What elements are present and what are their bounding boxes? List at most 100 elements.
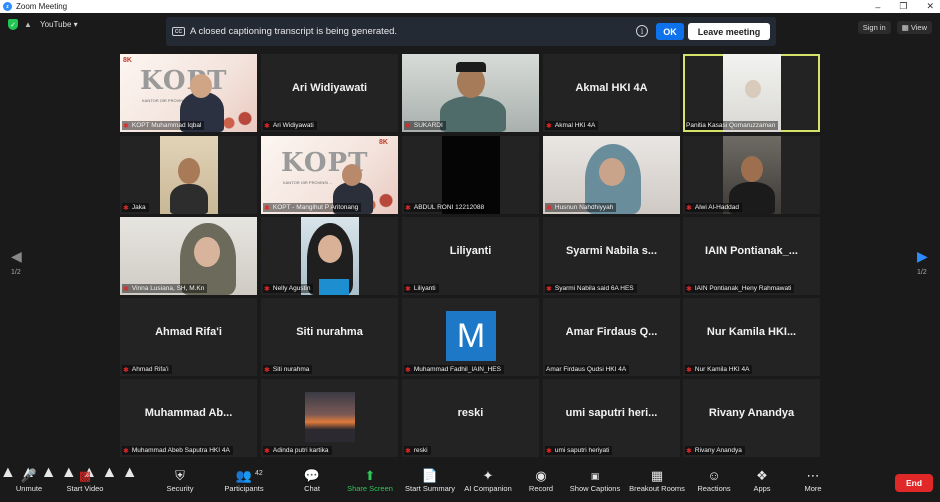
participant-face bbox=[318, 235, 342, 263]
info-icon[interactable]: i bbox=[636, 25, 648, 37]
unmute-button[interactable]: 🎤 Unmute bbox=[14, 468, 44, 493]
participant-name-label: ✱ Liliyanti bbox=[404, 284, 439, 293]
participant-name-label: ✱ umi saputri heriyati bbox=[545, 446, 613, 455]
participant-tile[interactable]: 8K KOPT KANTOR OIR PROVINSI ... ✱ KOPT - … bbox=[261, 136, 398, 214]
sign-in-button[interactable]: Sign in bbox=[857, 21, 891, 34]
participant-name-label: ✱ Muhammad Fadhil_IAIN_HES bbox=[404, 365, 504, 374]
participant-display-name: reski bbox=[457, 407, 484, 419]
participant-name-label: ✱ IAIN Pontianak_Heny Rahmawati bbox=[685, 284, 795, 293]
next-page-arrow[interactable]: ▶ 1/2 bbox=[917, 248, 928, 276]
start-summary-button[interactable]: 📄 Start Summary bbox=[404, 468, 456, 493]
end-meeting-button[interactable]: End bbox=[895, 474, 933, 492]
participant-tile[interactable]: Muhammad Ab... ✱ Muhammad Abeb Saputra HK… bbox=[120, 379, 257, 457]
participant-face bbox=[342, 164, 362, 186]
participant-tile[interactable]: M ✱ Muhammad Fadhil_IAIN_HES bbox=[402, 298, 539, 376]
prev-page-arrow[interactable]: ◀ 1/2 bbox=[11, 248, 22, 276]
participant-name-label: ✱ reski bbox=[404, 446, 431, 455]
leave-meeting-button[interactable]: Leave meeting bbox=[688, 23, 770, 40]
reactions-button[interactable]: ☺ Reactions bbox=[696, 468, 732, 493]
participant-name-label: ✱ Adinda putri kartika bbox=[263, 446, 332, 455]
participant-tile[interactable]: Ari Widiyawati ✱ Ari Widiyawati bbox=[261, 54, 398, 132]
participant-profile-photo-sunset bbox=[305, 392, 355, 442]
participant-tile[interactable]: Liliyanti ✱ Liliyanti bbox=[402, 217, 539, 295]
chat-button[interactable]: 💬 Chat bbox=[300, 468, 324, 493]
participant-display-name: Rivany Anandya bbox=[708, 407, 795, 419]
participant-tile[interactable]: ✱ SUKARDI bbox=[402, 54, 539, 132]
participant-tile-active-speaker[interactable]: Panitia Kasasi Qomaruzzaman bbox=[683, 54, 820, 132]
participant-display-name: Siti nurahma bbox=[296, 326, 363, 338]
muted-mic-icon: ✱ bbox=[123, 447, 129, 455]
participant-tile[interactable]: Nur Kamila HKI... ✱ Nur Kamila HKI 4A bbox=[683, 298, 820, 376]
apps-caret-icon[interactable]: ▲ bbox=[122, 464, 138, 481]
participant-name-label: ✱ Jaka bbox=[122, 203, 149, 212]
record-icon: ◉ bbox=[535, 468, 547, 483]
participant-name-label: Amar Firdaus Qudsi HKI 4A bbox=[545, 365, 630, 374]
breakout-rooms-button[interactable]: ▦ Breakout Rooms bbox=[628, 468, 686, 493]
participant-tile[interactable]: IAIN Pontianak_... ✱ IAIN Pontianak_Heny … bbox=[683, 217, 820, 295]
participant-tile[interactable]: umi saputri heri... ✱ umi saputri heriyat… bbox=[543, 379, 680, 457]
muted-mic-icon: ✱ bbox=[405, 285, 411, 293]
participant-tile[interactable]: Amar Firdaus Q... Amar Firdaus Qudsi HKI… bbox=[543, 298, 680, 376]
record-button[interactable]: ◉ Record bbox=[527, 468, 555, 493]
view-button[interactable]: ▦ View bbox=[896, 21, 932, 34]
muted-mic-icon: ✱ bbox=[546, 447, 552, 455]
participant-tile[interactable]: ✱ Vinna Lusiana, SH, M.Kn bbox=[120, 217, 257, 295]
participant-tile[interactable]: 8K KOPT KANTOR OIR PROVINSI ... ✱ KOPT Mu… bbox=[120, 54, 257, 132]
meeting-toolbar: 🎤 Unmute ▲ ▩ Start Video ▲ ⛨ Security 👥 … bbox=[0, 464, 940, 502]
participant-name-label: ✱ Ahmad Rifa'i bbox=[122, 365, 172, 374]
muted-mic-icon: ✱ bbox=[546, 285, 552, 293]
participant-name-label: ✱ Syarmi Nabila said 6A HES bbox=[545, 284, 637, 293]
muted-mic-icon: ✱ bbox=[546, 122, 552, 130]
participant-display-name: Akmal HKI 4A bbox=[575, 82, 648, 94]
show-captions-button[interactable]: ▣ Show Captions bbox=[569, 468, 621, 493]
muted-mic-icon: ✱ bbox=[686, 366, 692, 374]
muted-mic-icon: ✱ bbox=[264, 447, 270, 455]
video-off-icon: ▩ bbox=[78, 468, 92, 483]
participant-name-label: ✱ Ari Widiyawati bbox=[263, 121, 317, 130]
more-button[interactable]: ⋯ More bbox=[801, 468, 825, 493]
ai-companion-button[interactable]: ✦ AI Companion bbox=[462, 468, 514, 493]
closed-caption-icon: CC bbox=[172, 27, 185, 36]
caption-banner-message: A closed captioning transcript is being … bbox=[190, 26, 398, 37]
share-screen-button[interactable]: ⬆ Share Screen bbox=[346, 468, 394, 493]
start-video-button[interactable]: ▩ Start Video bbox=[64, 468, 106, 493]
muted-mic-icon: ✱ bbox=[686, 204, 692, 212]
youtube-livestream-dropdown[interactable]: YouTube ▾ bbox=[40, 20, 78, 29]
muted-mic-icon: ✱ bbox=[405, 447, 411, 455]
participant-tile[interactable]: Akmal HKI 4A ✱ Akmal HKI 4A bbox=[543, 54, 680, 132]
participant-tile[interactable]: ✱ Adinda putri kartika bbox=[261, 379, 398, 457]
participant-avatar-letter: M bbox=[446, 311, 496, 361]
ai-companion-label: AI Companion bbox=[464, 484, 512, 493]
ok-button[interactable]: OK bbox=[656, 23, 684, 40]
participant-tile[interactable]: Ahmad Rifa'i ✱ Ahmad Rifa'i bbox=[120, 298, 257, 376]
network-signal-icon[interactable]: ▲ bbox=[24, 20, 34, 30]
restore-icon[interactable]: ❐ bbox=[899, 1, 907, 12]
participants-count: 42 bbox=[255, 470, 263, 477]
participant-name-label: ✱ Nur Kamila HKI 4A bbox=[685, 365, 753, 374]
participant-tile[interactable]: ✱ Alwi Al-Haddad bbox=[683, 136, 820, 214]
encryption-shield-icon[interactable]: ✓ bbox=[8, 19, 18, 30]
participant-tile[interactable]: reski ✱ reski bbox=[402, 379, 539, 457]
participant-tile[interactable]: ✱ ABDUL RONI 12212088 bbox=[402, 136, 539, 214]
participant-name-label: ✱ Husnun Nahdhiyyah bbox=[545, 203, 617, 212]
participant-tile[interactable]: ✱ Husnun Nahdhiyyah bbox=[543, 136, 680, 214]
security-button[interactable]: ⛨ Security bbox=[164, 468, 196, 493]
participant-tile[interactable]: ✱ Jaka bbox=[120, 136, 257, 214]
participant-tile[interactable]: Syarmi Nabila s... ✱ Syarmi Nabila said 6… bbox=[543, 217, 680, 295]
participant-tile[interactable]: ✱ Nelly Agustin bbox=[261, 217, 398, 295]
participant-name-label: ✱ Vinna Lusiana, SH, M.Kn bbox=[122, 284, 208, 293]
record-label: Record bbox=[528, 484, 554, 493]
start-video-label: Start Video bbox=[66, 484, 104, 493]
topbar-left: ✓ ▲ YouTube ▾ bbox=[8, 19, 78, 30]
participant-name-label: ✱ KOPT - Mangihut P Aritonang bbox=[263, 203, 362, 212]
participant-display-name: umi saputri heri... bbox=[565, 407, 658, 419]
minimize-icon[interactable]: – bbox=[875, 2, 880, 12]
participant-tile[interactable]: Siti nurahma ✱ Siti nurahma bbox=[261, 298, 398, 376]
meeting-topbar: ✓ ▲ YouTube ▾ CC A closed captioning tra… bbox=[0, 13, 940, 51]
apps-button[interactable]: ❖ Apps bbox=[750, 468, 774, 493]
close-icon[interactable]: ✕ bbox=[926, 1, 934, 12]
participant-name-label: ✱ KOPT Muhammad Iqbal bbox=[122, 121, 205, 130]
participant-face bbox=[741, 156, 763, 182]
participant-tile[interactable]: Rivany Anandya ✱ Rivany Anandya bbox=[683, 379, 820, 457]
chevron-right-icon: ▶ bbox=[917, 248, 928, 264]
